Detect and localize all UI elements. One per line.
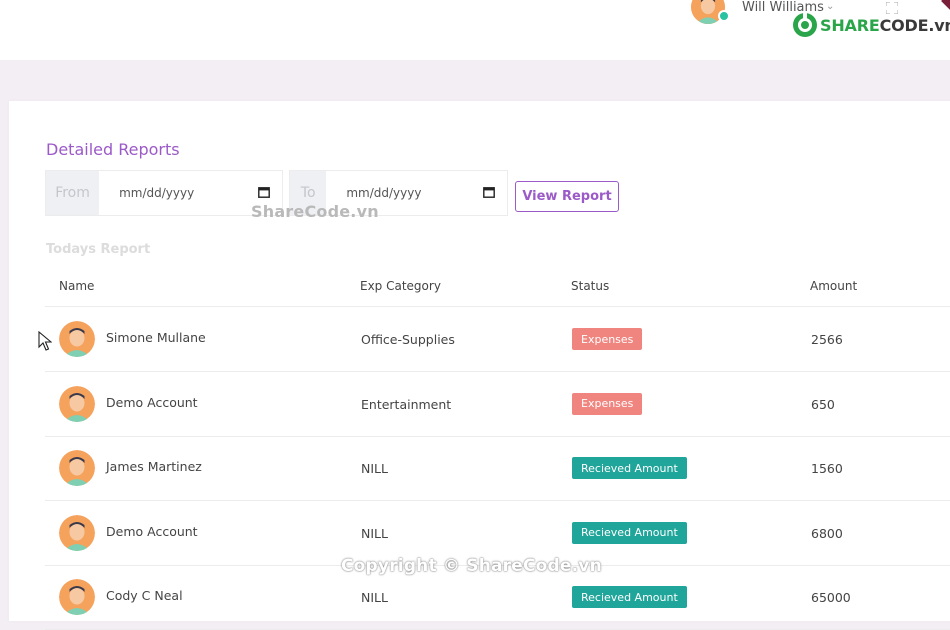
row-category: NILL xyxy=(361,525,388,541)
status-badge: Expenses xyxy=(572,392,643,415)
view-report-button[interactable]: View Report xyxy=(515,181,619,212)
copyright-watermark: Copyright © ShareCode.vn xyxy=(341,556,602,576)
row-amount: 1560 xyxy=(811,461,843,476)
row-amount: 650 xyxy=(811,396,835,412)
status-badge: Expenses xyxy=(572,328,643,350)
row-category: Office-Supplies xyxy=(361,332,455,347)
status-badge: Recieved Amount xyxy=(572,457,687,479)
status-badge: Recieved Amount xyxy=(572,521,687,544)
mouse-cursor-icon xyxy=(38,331,52,351)
table-row[interactable]: Simone Mullane Office-Supplies Expenses 256… xyxy=(45,307,950,372)
fullscreen-icon[interactable] xyxy=(886,2,898,14)
chevron-down-icon[interactable]: ⌄ xyxy=(826,1,834,12)
page-title: Detailed Reports xyxy=(46,140,180,159)
brand-text-code: CODE xyxy=(879,15,929,35)
row-name: Demo Account xyxy=(106,523,198,539)
row-category: NILL xyxy=(361,590,388,605)
column-header-status[interactable]: Status xyxy=(571,279,609,293)
person-icon xyxy=(59,514,95,551)
row-amount: 6800 xyxy=(811,525,843,541)
from-date-group: From mm/dd/yyyy xyxy=(45,170,283,216)
section-label: Todays Report xyxy=(46,242,151,257)
from-date-placeholder: mm/dd/yyyy xyxy=(119,186,195,200)
row-amount: 2566 xyxy=(811,332,843,347)
person-icon xyxy=(59,579,95,615)
to-date-placeholder: mm/dd/yyyy xyxy=(346,186,422,200)
row-category: NILL xyxy=(361,461,388,476)
brand-logo[interactable]: SHARECODE.vn xyxy=(792,12,950,38)
column-header-category[interactable]: Exp Category xyxy=(360,279,441,293)
person-icon xyxy=(59,450,95,486)
brand-logo-icon xyxy=(793,12,817,37)
row-amount: 65000 xyxy=(811,590,851,605)
top-bar: Will Williams ⌄ SHARECODE.vn xyxy=(0,0,950,60)
column-header-name[interactable]: Name xyxy=(59,279,94,293)
row-name: Demo Account xyxy=(106,394,198,410)
person-icon xyxy=(59,321,95,357)
row-name: Simone Mullane xyxy=(106,330,206,345)
table-row[interactable]: Demo Account Entertainment Expenses 650 xyxy=(45,372,950,437)
calendar-icon[interactable] xyxy=(258,186,270,198)
brand-text-tld: .vn xyxy=(928,15,950,35)
column-header-amount[interactable]: Amount xyxy=(810,279,857,293)
person-icon xyxy=(59,385,95,422)
corner-ribbon xyxy=(941,0,950,11)
row-name: James Martinez xyxy=(106,459,202,474)
brand-text-share: SHARE xyxy=(820,15,880,35)
calendar-icon[interactable] xyxy=(483,186,495,198)
row-name: Cody C Neal xyxy=(106,588,183,603)
row-category: Entertainment xyxy=(361,396,452,412)
from-label: From xyxy=(46,171,100,215)
report-card: Detailed Reports From mm/dd/yyyy To mm/d… xyxy=(9,101,950,630)
table-row[interactable]: James Martinez NILL Recieved Amount 1560 xyxy=(45,436,950,501)
online-status-dot xyxy=(718,10,730,22)
status-badge: Recieved Amount xyxy=(572,586,687,608)
watermark: ShareCode.vn xyxy=(251,202,379,221)
